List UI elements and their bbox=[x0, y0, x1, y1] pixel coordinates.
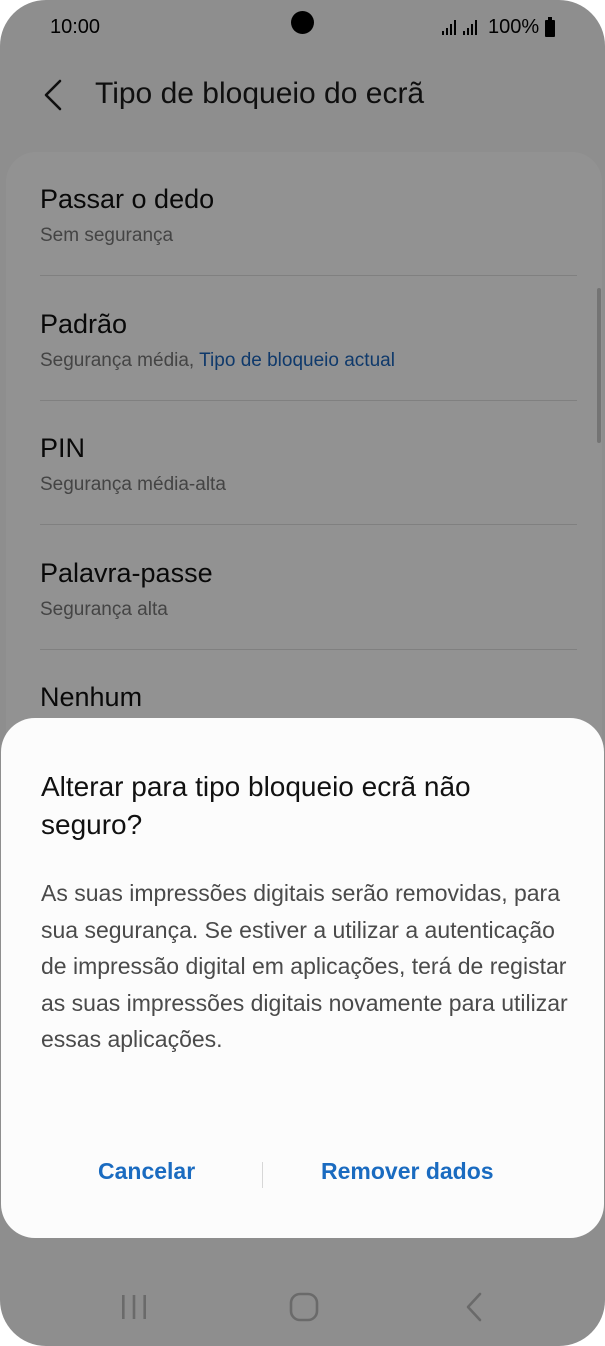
dialog-message: As suas impressões digitais serão removi… bbox=[41, 880, 568, 1052]
button-divider bbox=[262, 1162, 263, 1188]
phone-screen: 10:00 100% Tipo de bloqueio do ecrã Pass… bbox=[0, 0, 605, 1346]
recents-icon[interactable] bbox=[114, 1289, 154, 1325]
navigation-bar bbox=[0, 1262, 605, 1346]
home-icon[interactable] bbox=[284, 1289, 324, 1325]
cancel-button[interactable]: Cancelar bbox=[98, 1158, 195, 1185]
confirm-dialog: Alterar para tipo bloqueio ecrã não segu… bbox=[1, 718, 604, 1238]
remove-data-button[interactable]: Remover dados bbox=[321, 1158, 494, 1185]
dialog-title: Alterar para tipo bloqueio ecrã não segu… bbox=[41, 771, 471, 840]
back-icon[interactable] bbox=[454, 1289, 494, 1325]
